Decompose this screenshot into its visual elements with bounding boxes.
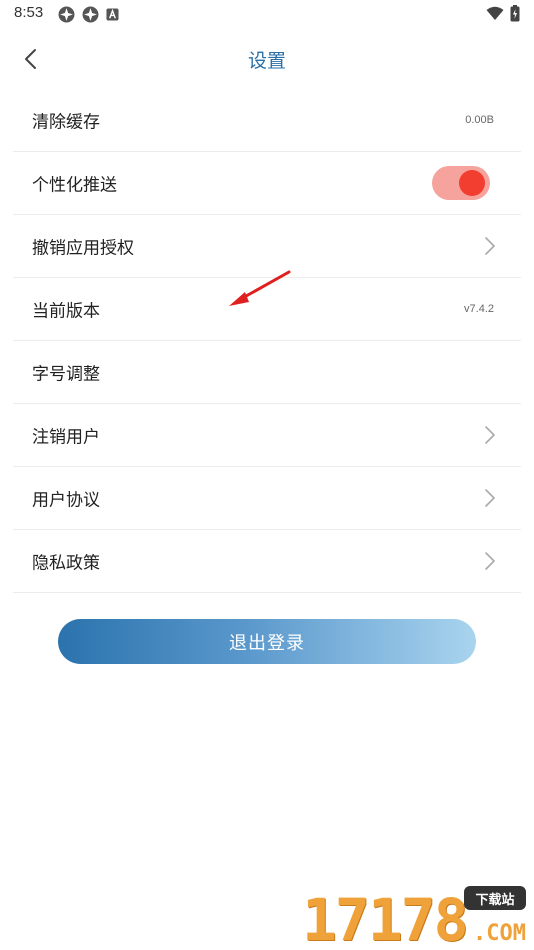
personalized-push-toggle[interactable] xyxy=(432,166,490,200)
logout-label: 退出登录 xyxy=(229,632,305,654)
row-label: 注销用户 xyxy=(32,427,100,448)
watermark-number: 17178 xyxy=(302,886,469,950)
toggle-knob xyxy=(459,170,485,196)
settings-row-privacy-policy[interactable]: 隐私政策 xyxy=(13,530,521,593)
settings-row-delete-account[interactable]: 注销用户 xyxy=(13,404,521,467)
chevron-right-icon xyxy=(485,237,495,255)
logout-button[interactable]: 退出登录 xyxy=(58,619,476,664)
red-arrow-icon xyxy=(229,270,291,306)
settings-row-clear-cache[interactable]: 清除缓存 0.00B xyxy=(13,89,521,152)
version-value: v7.4.2 xyxy=(464,303,494,315)
status-icons-right xyxy=(486,5,520,22)
row-label: 清除缓存 xyxy=(32,112,100,133)
chevron-right-icon xyxy=(485,489,495,507)
row-label: 字号调整 xyxy=(32,364,100,385)
keyboard-a-icon xyxy=(106,8,119,21)
watermark-badge: 下载站 xyxy=(464,886,526,910)
status-time: 8:53 xyxy=(14,4,44,21)
status-icons-left xyxy=(58,6,119,23)
notification-app-icon xyxy=(58,6,75,23)
notification-app-icon xyxy=(82,6,99,23)
row-label: 隐私政策 xyxy=(32,553,100,574)
watermark-logo: 17178 下载站 .COM xyxy=(294,884,534,950)
header: 设置 xyxy=(0,34,534,84)
page-title: 设置 xyxy=(247,50,286,72)
row-label: 个性化推送 xyxy=(32,175,117,196)
chevron-right-icon xyxy=(485,552,495,570)
row-label: 当前版本 xyxy=(32,301,100,322)
settings-row-font-size[interactable]: 字号调整 xyxy=(13,341,521,404)
settings-row-personalized-push: 个性化推送 xyxy=(13,152,521,215)
settings-row-user-agreement[interactable]: 用户协议 xyxy=(13,467,521,530)
status-bar: 8:53 xyxy=(0,0,534,28)
row-label: 撤销应用授权 xyxy=(32,238,134,259)
row-label: 用户协议 xyxy=(32,490,100,511)
watermark-suffix: .COM xyxy=(473,921,526,946)
settings-list: 清除缓存 0.00B 个性化推送 撤销应用授权 当前版本 v7.4.2 字号调整… xyxy=(13,89,521,593)
battery-charging-icon xyxy=(510,5,520,22)
wifi-icon xyxy=(486,6,504,20)
chevron-right-icon xyxy=(485,426,495,444)
cache-size-value: 0.00B xyxy=(465,114,494,126)
